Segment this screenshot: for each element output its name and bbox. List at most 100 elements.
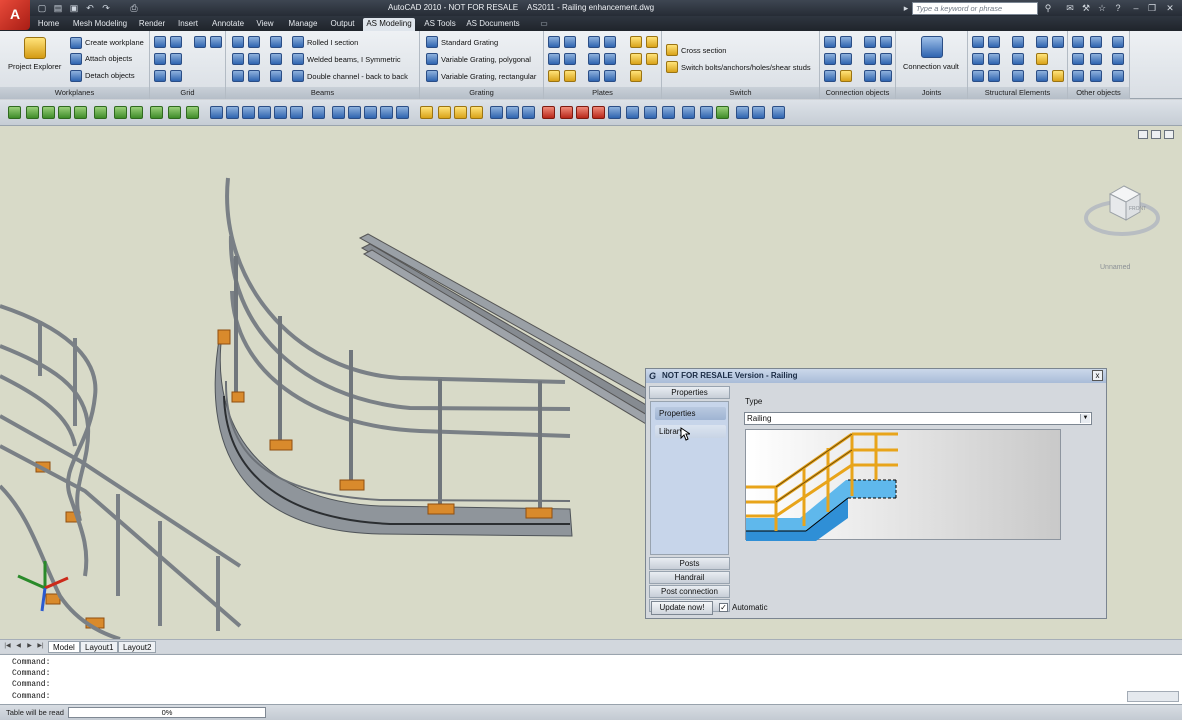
toolbar-tool-icon[interactable] — [290, 106, 303, 119]
toolbar-tool-icon[interactable] — [454, 106, 467, 119]
toolbar-tool-icon[interactable] — [716, 106, 729, 119]
toolbar-tool-icon[interactable] — [258, 106, 271, 119]
connection-tool-icon[interactable] — [880, 53, 892, 65]
viewport-restore-icon[interactable] — [1151, 130, 1161, 139]
cross-section-button[interactable]: Cross section — [681, 46, 726, 55]
favorites-icon[interactable]: ☆ — [1096, 2, 1108, 14]
plate-tool-icon[interactable] — [548, 53, 560, 65]
switch-panel-label[interactable]: Switch — [662, 87, 819, 99]
toolbar-tool-icon[interactable] — [26, 106, 39, 119]
toolbar-tool-icon[interactable] — [608, 106, 621, 119]
plate-tool-icon[interactable] — [588, 70, 600, 82]
i-section-icon[interactable] — [292, 36, 304, 48]
plate-tool-icon[interactable] — [630, 70, 642, 82]
save-icon[interactable]: ▣ — [68, 2, 80, 14]
connection-tool-icon[interactable] — [880, 36, 892, 48]
search-input[interactable]: Type a keyword or phrase — [912, 2, 1038, 15]
structural-element-icon[interactable] — [988, 36, 1000, 48]
redo-icon[interactable]: ↷ — [100, 2, 112, 14]
toolbar-tool-icon[interactable] — [380, 106, 393, 119]
plate-tool-icon[interactable] — [630, 53, 642, 65]
connection-tool-icon[interactable] — [824, 70, 836, 82]
dialog-close-button[interactable]: x — [1092, 370, 1103, 381]
toolbar-tool-icon[interactable] — [506, 106, 519, 119]
connection-tool-icon[interactable] — [880, 70, 892, 82]
beam-tool-icon[interactable] — [232, 36, 244, 48]
detach-objects-icon[interactable] — [70, 70, 82, 82]
switch-bolts-button[interactable]: Switch bolts/anchors/holes/shear studs — [681, 63, 811, 72]
project-explorer-button[interactable]: Project Explorer — [8, 62, 61, 71]
welded-beam-icon[interactable] — [292, 53, 304, 65]
tab-home[interactable]: Home — [33, 18, 64, 31]
other-object-icon[interactable] — [1072, 53, 1084, 65]
structural-element-icon[interactable] — [988, 53, 1000, 65]
toolbar-tool-icon[interactable] — [438, 106, 451, 119]
variable-grating-polygonal-button[interactable]: Variable Grating, polygonal — [441, 55, 531, 64]
grating-panel-label[interactable]: Grating — [420, 87, 543, 99]
toolbar-tool-icon[interactable] — [210, 106, 223, 119]
plate-tool-icon[interactable] — [604, 70, 616, 82]
double-channel-button[interactable]: Double channel - back to back — [307, 72, 408, 81]
tab-layout2[interactable]: Layout2 — [118, 641, 157, 653]
type-dropdown[interactable]: Railing ▼ — [744, 412, 1092, 425]
search-expand-icon[interactable]: ▸ — [900, 2, 912, 14]
connection-objects-panel-label[interactable]: Connection objects — [820, 87, 895, 99]
grid-tool-icon[interactable] — [194, 36, 206, 48]
grid-tool-icon[interactable] — [154, 36, 166, 48]
structural-element-icon[interactable] — [988, 70, 1000, 82]
tab-model[interactable]: Model — [48, 641, 80, 653]
toolbar-tool-icon[interactable] — [592, 106, 605, 119]
toolbar-tool-icon[interactable] — [682, 106, 695, 119]
grid-tool-icon[interactable] — [210, 36, 222, 48]
attach-objects-icon[interactable] — [70, 53, 82, 65]
create-workplane-icon[interactable] — [70, 37, 82, 49]
welded-beams-button[interactable]: Welded beams, I Symmetric — [307, 55, 401, 64]
connection-vault-button[interactable]: Connection vault — [903, 62, 959, 71]
help-icon[interactable]: ? — [1112, 2, 1124, 14]
create-workplane-button[interactable]: Create workplane — [85, 38, 144, 47]
plate-tool-icon[interactable] — [630, 36, 642, 48]
tools-icon[interactable]: ⚒ — [1080, 2, 1092, 14]
toolbar-tool-icon[interactable] — [626, 106, 639, 119]
toolbar-tool-icon[interactable] — [74, 106, 87, 119]
beams-panel-label[interactable]: Beams — [226, 87, 419, 99]
plate-tool-icon[interactable] — [564, 53, 576, 65]
connection-tool-icon[interactable] — [840, 70, 852, 82]
joints-panel-label[interactable]: Joints — [896, 87, 967, 99]
connection-tool-icon[interactable] — [840, 36, 852, 48]
plate-tool-icon[interactable] — [564, 36, 576, 48]
structural-element-icon[interactable] — [1052, 70, 1064, 82]
plate-tool-icon[interactable] — [646, 36, 658, 48]
toolbar-tool-icon[interactable] — [242, 106, 255, 119]
connection-vault-icon[interactable] — [921, 36, 943, 58]
category-posts-button[interactable]: Posts — [649, 557, 730, 570]
plate-tool-icon[interactable] — [548, 36, 560, 48]
beam-tool-icon[interactable] — [232, 70, 244, 82]
toolbar-tool-icon[interactable] — [114, 106, 127, 119]
beam-tool-icon[interactable] — [270, 70, 282, 82]
other-objects-panel-label[interactable]: Other objects — [1068, 87, 1129, 99]
toolbar-tool-icon[interactable] — [58, 106, 71, 119]
other-object-icon[interactable] — [1112, 70, 1124, 82]
switch-bolts-icon[interactable] — [666, 61, 678, 73]
minimize-icon[interactable]: – — [1130, 2, 1142, 14]
toolbar-tool-icon[interactable] — [490, 106, 503, 119]
communication-icon[interactable]: ✉ — [1064, 2, 1076, 14]
connection-tool-icon[interactable] — [864, 70, 876, 82]
structural-element-icon[interactable] — [972, 36, 984, 48]
plate-tool-icon[interactable] — [564, 70, 576, 82]
toolbar-tool-icon[interactable] — [470, 106, 483, 119]
category-handrail-button[interactable]: Handrail — [649, 571, 730, 584]
project-explorer-icon[interactable] — [24, 37, 46, 59]
command-input[interactable]: Command: — [12, 692, 50, 701]
plate-tool-icon[interactable] — [588, 53, 600, 65]
restore-icon[interactable]: ❐ — [1146, 2, 1158, 14]
grid-tool-icon[interactable] — [154, 70, 166, 82]
tab-as-documents[interactable]: AS Documents — [464, 18, 522, 31]
beam-tool-icon[interactable] — [270, 36, 282, 48]
beam-tool-icon[interactable] — [248, 53, 260, 65]
toolbar-tool-icon[interactable] — [396, 106, 409, 119]
structural-element-icon[interactable] — [1036, 36, 1048, 48]
toolbar-tool-icon[interactable] — [332, 106, 345, 119]
tab-as-tools[interactable]: AS Tools — [420, 18, 460, 31]
